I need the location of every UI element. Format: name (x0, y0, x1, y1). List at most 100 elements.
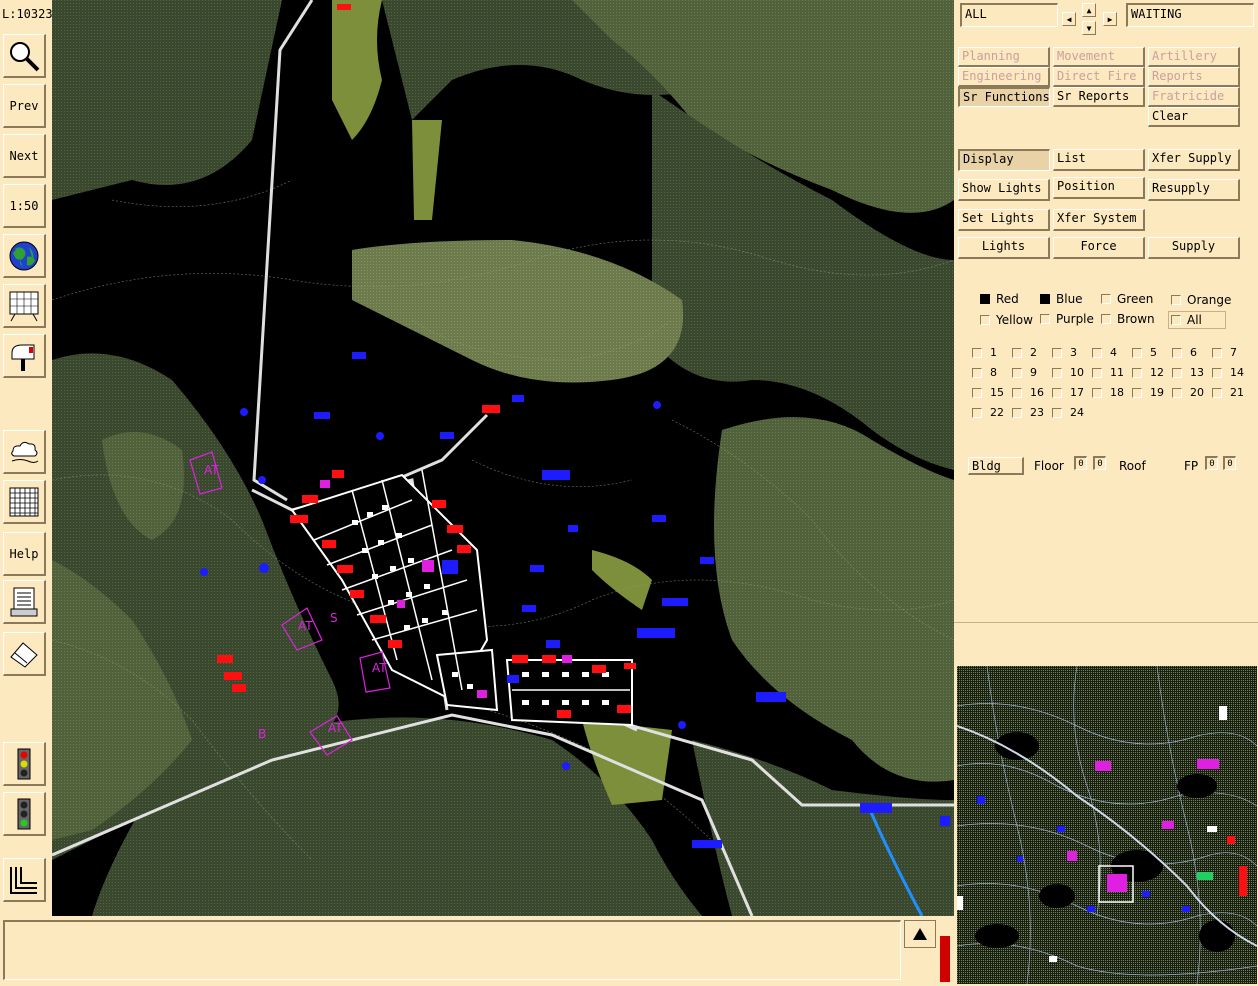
tactical-map[interactable]: AT AT AT AT S B (52, 0, 954, 916)
unit-filter-field[interactable]: ALL (960, 3, 1058, 27)
number-checkbox-14[interactable]: 14 (1212, 366, 1244, 379)
next-button[interactable]: Next (3, 134, 46, 178)
number-checkbox-16[interactable]: 16 (1012, 386, 1044, 399)
number-checkbox-3[interactable]: 3 (1052, 346, 1077, 359)
eraser-icon (10, 641, 38, 668)
lights-button[interactable]: Lights (958, 237, 1050, 259)
floor-field-a[interactable]: 0 (1074, 456, 1087, 470)
engineering-button[interactable]: Engineering (958, 67, 1050, 87)
color-all-checkbox[interactable]: All (1168, 311, 1226, 329)
number-checkbox-18[interactable]: 18 (1092, 386, 1124, 399)
mailbox-icon (11, 344, 35, 371)
number-checkbox-17[interactable]: 17 (1052, 386, 1084, 399)
arrow-right-icon: ▶ (1107, 14, 1113, 24)
bldg-button[interactable]: Bldg (968, 457, 1024, 475)
number-checkbox-11[interactable]: 11 (1092, 366, 1124, 379)
minimap-terrain[interactable] (957, 666, 1257, 984)
mailbox-button[interactable] (3, 334, 46, 378)
color-green-checkbox[interactable]: Green (1101, 292, 1153, 306)
resupply-button[interactable]: Resupply (1148, 179, 1240, 201)
number-checkbox-4[interactable]: 4 (1092, 346, 1117, 359)
number-checkbox-24[interactable]: 24 (1052, 406, 1084, 419)
grid-button[interactable] (3, 480, 46, 524)
arrow-right-button[interactable]: ▶ (1103, 12, 1117, 26)
zoom-button[interactable] (3, 34, 46, 78)
supply-button[interactable]: Supply (1148, 237, 1240, 259)
coordinate-readout: L:10323 (2, 7, 53, 21)
scale-button[interactable]: 1:50 (3, 184, 46, 228)
overview-minimap[interactable] (957, 666, 1257, 984)
color-brown-checkbox[interactable]: Brown (1101, 312, 1155, 326)
artillery-button[interactable]: Artillery (1148, 47, 1240, 67)
number-checkbox-20[interactable]: 20 (1172, 386, 1204, 399)
number-checkbox-8[interactable]: 8 (972, 366, 997, 379)
message-scrollbar[interactable] (940, 936, 950, 982)
number-checkbox-6[interactable]: 6 (1172, 346, 1197, 359)
traffic-light-green-button[interactable] (3, 792, 46, 836)
weather-button[interactable] (3, 430, 46, 474)
layers-button[interactable] (3, 858, 46, 902)
sr-functions-button[interactable]: Sr Functions (958, 87, 1050, 107)
list-button[interactable]: List (1053, 149, 1145, 171)
message-log[interactable] (3, 920, 901, 980)
report-button[interactable] (3, 580, 46, 624)
color-yellow-checkbox[interactable]: Yellow (980, 313, 1033, 327)
planning-button[interactable]: Planning (958, 47, 1050, 67)
arrow-left-button[interactable]: ◀ (1062, 12, 1076, 26)
map-grid-icon (9, 291, 39, 321)
number-checkbox-9[interactable]: 9 (1012, 366, 1037, 379)
display-button[interactable]: Display (958, 149, 1050, 171)
obstacle-label: AT (328, 721, 343, 735)
floor-label: Floor (1034, 459, 1064, 473)
panel-divider (954, 622, 1258, 623)
number-checkbox-7[interactable]: 7 (1212, 346, 1237, 359)
sr-reports-button[interactable]: Sr Reports (1053, 87, 1145, 107)
direct-fire-button[interactable]: Direct Fire (1053, 67, 1145, 87)
traffic-light-icon (17, 798, 31, 829)
xfer-supply-button[interactable]: Xfer Supply (1148, 149, 1240, 171)
number-checkbox-12[interactable]: 12 (1132, 366, 1164, 379)
obstacle-label: B (258, 727, 266, 741)
color-orange-checkbox[interactable]: Orange (1171, 293, 1231, 307)
show-lights-button[interactable]: Show Lights (958, 179, 1050, 201)
number-checkbox-2[interactable]: 2 (1012, 346, 1037, 359)
number-checkbox-1[interactable]: 1 (972, 346, 997, 359)
arrow-down-button[interactable]: ▼ (1082, 21, 1096, 35)
number-checkbox-13[interactable]: 13 (1172, 366, 1204, 379)
help-button[interactable]: Help (3, 532, 46, 576)
fp-field-b[interactable]: 0 (1223, 456, 1236, 470)
reports-button[interactable]: Reports (1148, 67, 1240, 87)
fp-field-a[interactable]: 0 (1205, 456, 1218, 470)
message-scroll-up-button[interactable] (904, 920, 936, 948)
arrow-up-button[interactable]: ▲ (1082, 3, 1096, 17)
control-panel: ALL ◀ ▲ ▼ ▶ WAITING Planning Movement Ar… (954, 0, 1258, 664)
traffic-light-red-button[interactable] (3, 742, 46, 786)
position-button[interactable]: Position (1053, 177, 1145, 199)
status-field: WAITING (1126, 3, 1254, 27)
number-checkbox-19[interactable]: 19 (1132, 386, 1164, 399)
cloud-icon (11, 441, 39, 463)
triangle-up-icon (913, 928, 927, 940)
number-checkbox-21[interactable]: 21 (1212, 386, 1244, 399)
clear-button[interactable]: Clear (1148, 107, 1240, 127)
erase-button[interactable] (3, 632, 46, 676)
fratricide-button[interactable]: Fratricide (1148, 87, 1240, 107)
number-checkbox-23[interactable]: 23 (1012, 406, 1044, 419)
force-button[interactable]: Force (1053, 237, 1145, 259)
terrain-map[interactable]: AT AT AT AT S B (52, 0, 954, 916)
map-tools-button[interactable] (3, 284, 46, 328)
globe-button[interactable] (3, 234, 46, 278)
roof-label: Roof (1119, 459, 1146, 473)
movement-button[interactable]: Movement (1053, 47, 1145, 67)
color-purple-checkbox[interactable]: Purple (1040, 312, 1094, 326)
set-lights-button[interactable]: Set Lights (958, 209, 1050, 231)
number-checkbox-5[interactable]: 5 (1132, 346, 1157, 359)
xfer-system-button[interactable]: Xfer System (1053, 209, 1145, 231)
floor-field-b[interactable]: 0 (1093, 456, 1106, 470)
color-blue-checkbox[interactable]: Blue (1040, 292, 1083, 306)
number-checkbox-22[interactable]: 22 (972, 406, 1004, 419)
color-red-checkbox[interactable]: Red (980, 292, 1019, 306)
prev-button[interactable]: Prev (3, 84, 46, 128)
number-checkbox-15[interactable]: 15 (972, 386, 1004, 399)
number-checkbox-10[interactable]: 10 (1052, 366, 1084, 379)
